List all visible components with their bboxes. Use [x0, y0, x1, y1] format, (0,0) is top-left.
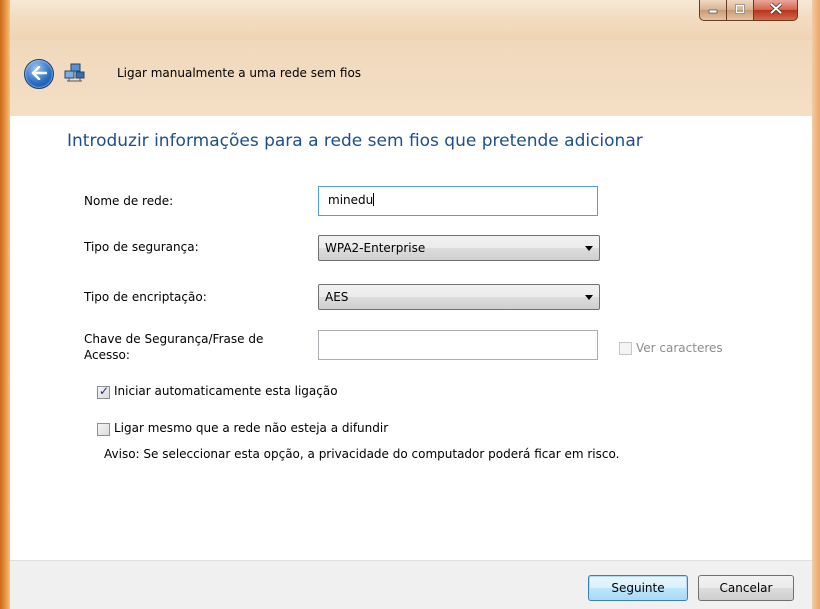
connect-not-broadcasting-checkbox[interactable]: [97, 423, 110, 436]
maximize-button[interactable]: [727, 0, 754, 21]
cancel-button[interactable]: Cancelar: [698, 575, 794, 601]
window-left-border: [0, 0, 10, 609]
security-key-label-line2: Acesso:: [84, 348, 130, 362]
network-name-input[interactable]: minedu: [318, 186, 598, 216]
wireless-network-icon: [64, 62, 86, 82]
show-characters-label: Ver caracteres: [636, 341, 723, 355]
close-icon: [769, 2, 782, 17]
next-button[interactable]: Seguinte: [588, 575, 688, 601]
title-bar: [10, 0, 812, 40]
caption-buttons: [699, 0, 798, 21]
chevron-down-icon: [585, 246, 593, 251]
encryption-type-label: Tipo de encriptação:: [84, 290, 207, 304]
encryption-type-select[interactable]: AES: [318, 284, 600, 310]
network-name-label: Nome de rede:: [84, 194, 174, 208]
wizard-window: Ligar manualmente a uma rede sem fios In…: [0, 0, 820, 609]
show-characters-checkbox[interactable]: [619, 342, 632, 355]
security-type-label: Tipo de segurança:: [84, 240, 199, 254]
auto-start-label: Iniciar automaticamente esta ligação: [114, 384, 338, 398]
network-name-value: minedu: [328, 193, 375, 207]
security-key-label: Chave de Segurança/Frase de Acesso:: [84, 331, 263, 363]
connect-not-broadcasting-label: Ligar mesmo que a rede não esteja a difu…: [114, 421, 389, 435]
minimize-icon: [708, 3, 718, 17]
auto-start-checkbox[interactable]: [97, 384, 110, 399]
security-type-select[interactable]: WPA2-Enterprise: [318, 235, 600, 261]
back-button[interactable]: [24, 59, 54, 89]
security-key-input[interactable]: [318, 330, 598, 360]
back-arrow-icon: [31, 65, 48, 83]
encryption-type-value: AES: [325, 290, 349, 304]
wizard-title: Ligar manualmente a uma rede sem fios: [117, 66, 362, 80]
close-button[interactable]: [754, 0, 798, 21]
navigation-bar: Ligar manualmente a uma rede sem fios: [10, 40, 812, 116]
page-heading: Introduzir informações para a rede sem f…: [67, 131, 643, 151]
minimize-button[interactable]: [699, 0, 727, 21]
privacy-warning-text: Aviso: Se seleccionar esta opção, a priv…: [104, 447, 620, 461]
security-type-value: WPA2-Enterprise: [325, 241, 426, 255]
window-right-border: [812, 0, 820, 609]
button-bar: Seguinte Cancelar: [10, 560, 812, 609]
chevron-down-icon: [585, 295, 593, 300]
security-key-label-line1: Chave de Segurança/Frase de: [84, 332, 264, 346]
maximize-icon: [735, 3, 745, 17]
main-content: Introduzir informações para a rede sem f…: [10, 116, 812, 560]
